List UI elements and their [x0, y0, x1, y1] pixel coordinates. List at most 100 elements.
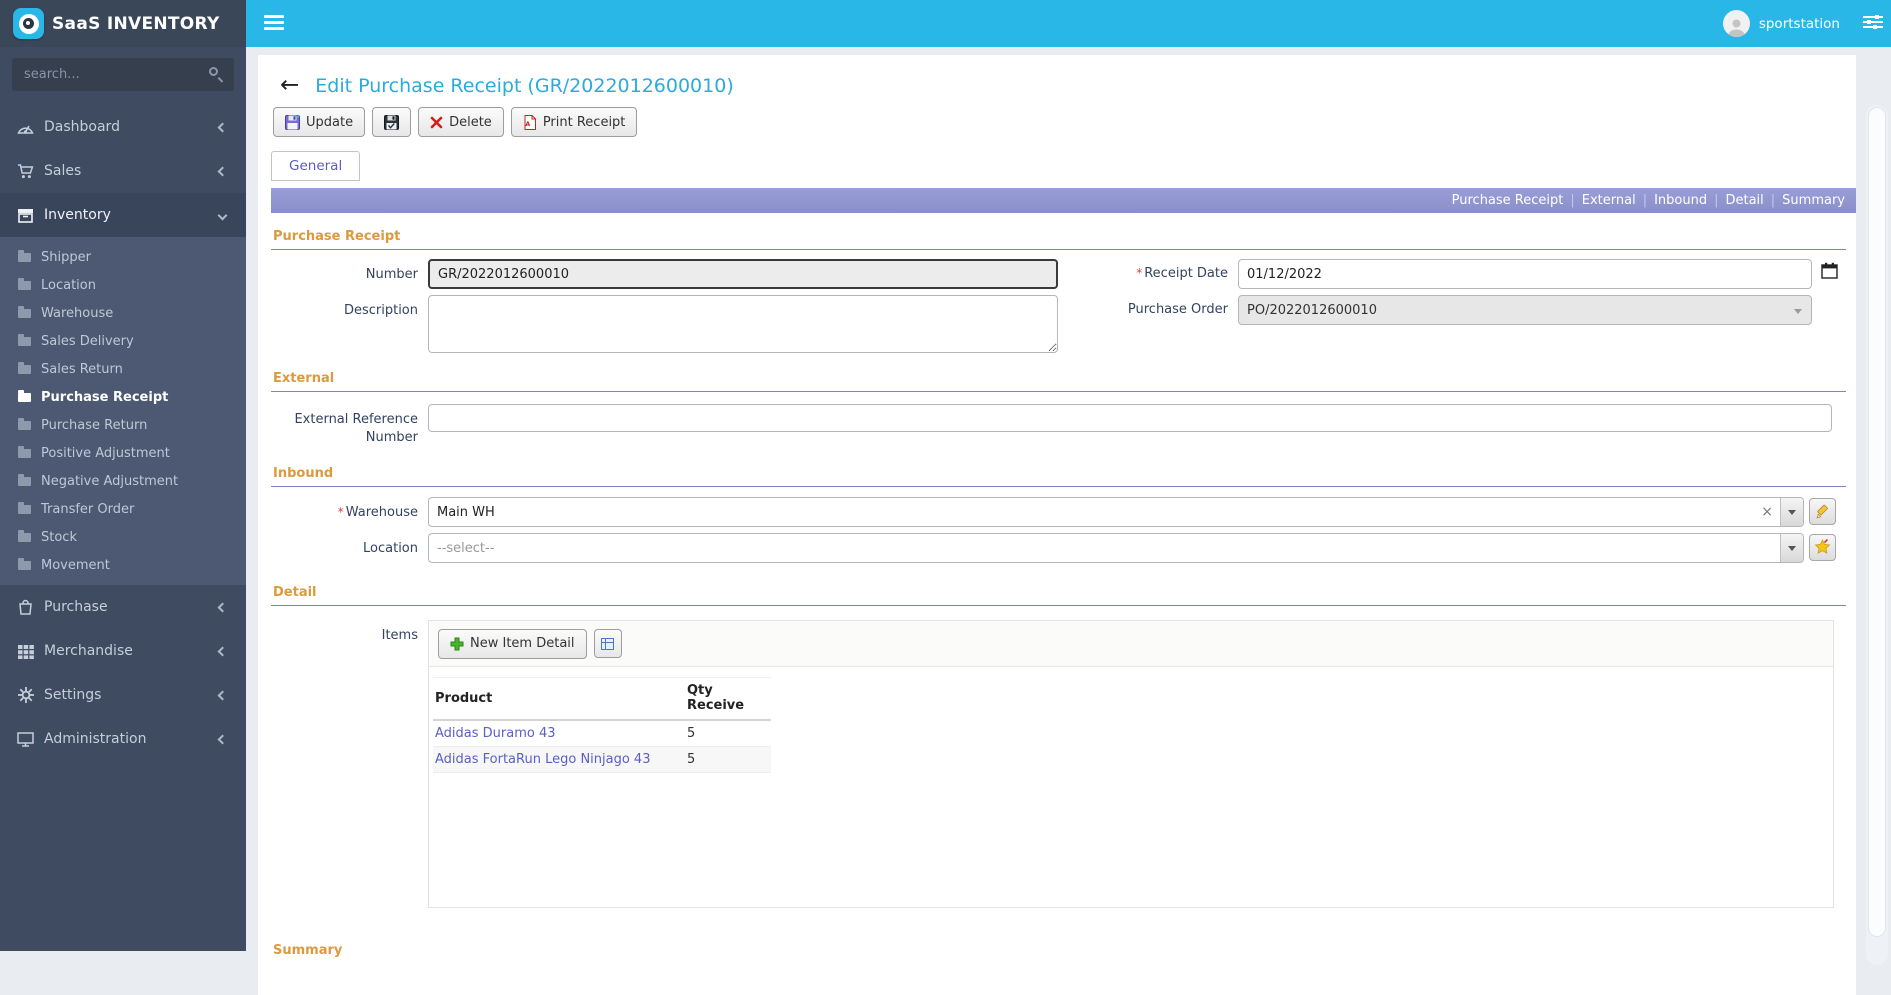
svg-text:A: A	[525, 121, 530, 128]
folder-icon	[18, 501, 31, 514]
sidebar-item-warehouse[interactable]: Warehouse	[0, 299, 246, 327]
update-button[interactable]: Update	[273, 107, 366, 137]
pdf-icon: A	[524, 114, 536, 130]
sub-item-label: Location	[41, 277, 96, 293]
chevron-left-icon	[217, 122, 228, 132]
sidebar-item-sales[interactable]: Sales	[0, 149, 246, 193]
anchor-summary[interactable]: Summary	[1782, 193, 1845, 208]
brand: SaaS INVENTORY	[0, 0, 246, 47]
location-label: Location	[363, 541, 418, 557]
chevron-left-icon	[217, 734, 228, 744]
sidebar-item-inventory[interactable]: Inventory	[0, 193, 246, 237]
sidebar-item-label: Administration	[44, 731, 147, 747]
purchase-order-select[interactable]: PO/2022012600010	[1238, 295, 1812, 325]
chevron-left-icon	[217, 602, 228, 612]
archive-box-icon	[16, 208, 35, 223]
column-header-qty-receive[interactable]: Qty Receive	[685, 677, 771, 722]
new-item-detail-button[interactable]: New Item Detail	[438, 628, 587, 659]
datasheet-view-button[interactable]	[593, 629, 622, 659]
page-title[interactable]: Edit Purchase Receipt (GR/2022012600010)	[315, 75, 733, 97]
sidebar-item-dashboard[interactable]: Dashboard	[0, 105, 246, 149]
new-location-button[interactable]	[1809, 534, 1836, 562]
sidebar-item-stock[interactable]: Stock	[0, 523, 246, 551]
search-icon[interactable]	[208, 66, 224, 83]
sub-item-label: Sales Return	[41, 361, 123, 377]
sidebar-item-location[interactable]: Location	[0, 271, 246, 299]
sidebar-item-negative-adjustment[interactable]: Negative Adjustment	[0, 467, 246, 495]
brand-title: SaaS INVENTORY	[52, 13, 220, 34]
anchor-purchase-receipt[interactable]: Purchase Receipt	[1452, 193, 1564, 208]
anchor-external[interactable]: External	[1582, 193, 1636, 208]
sidebar-item-positive-adjustment[interactable]: Positive Adjustment	[0, 439, 246, 467]
sidebar-item-purchase-return[interactable]: Purchase Return	[0, 411, 246, 439]
section-heading-purchase-receipt: Purchase Receipt	[271, 225, 1846, 250]
anchor-detail[interactable]: Detail	[1725, 193, 1763, 208]
sub-item-label: Purchase Receipt	[41, 389, 169, 405]
sidebar-item-label: Inventory	[44, 207, 111, 223]
sidebar-item-purchase-receipt[interactable]: Purchase Receipt	[0, 383, 246, 411]
chevron-left-icon	[217, 166, 228, 176]
grid-cells-icon	[16, 644, 35, 659]
sidebar-item-sales-return[interactable]: Sales Return	[0, 355, 246, 383]
warehouse-select[interactable]: Main WH ×	[428, 497, 1804, 528]
external-reference-number-field[interactable]	[428, 404, 1832, 432]
sidebar-item-purchase[interactable]: Purchase	[0, 585, 246, 629]
new-item-detail-label: New Item Detail	[470, 636, 575, 652]
sidebar-item-movement[interactable]: Movement	[0, 551, 246, 579]
pencil-icon	[1815, 504, 1828, 519]
app-logo-icon	[13, 8, 44, 39]
description-field[interactable]	[428, 295, 1058, 353]
sub-item-label: Transfer Order	[41, 501, 135, 517]
topbar: SaaS INVENTORY sportstation	[0, 0, 1891, 47]
warehouse-value: Main WH	[437, 504, 495, 520]
sidebar-item-settings[interactable]: Settings	[0, 673, 246, 717]
product-link[interactable]: Adidas FortaRun Lego Ninjago 43	[435, 752, 650, 767]
location-select[interactable]: --select--	[428, 533, 1804, 564]
sidebar-item-merchandise[interactable]: Merchandise	[0, 629, 246, 673]
delete-x-icon	[430, 116, 443, 128]
folder-icon	[18, 529, 31, 542]
anchor-inbound[interactable]: Inbound	[1654, 193, 1707, 208]
user-avatar[interactable]	[1722, 10, 1750, 37]
clear-selection-icon[interactable]: ×	[1754, 504, 1780, 520]
receipt-date-field[interactable]	[1238, 259, 1812, 289]
print-receipt-button[interactable]: A Print Receipt	[510, 107, 638, 137]
product-link[interactable]: Adidas Duramo 43	[435, 726, 556, 741]
sidebar-item-sales-delivery[interactable]: Sales Delivery	[0, 327, 246, 355]
tab-general[interactable]: General	[271, 151, 361, 181]
location-dropdown-button[interactable]	[1780, 534, 1803, 563]
sidebar-item-transfer-order[interactable]: Transfer Order	[0, 495, 246, 523]
sub-item-label: Sales Delivery	[41, 333, 134, 349]
settings-sliders-icon[interactable]	[1863, 14, 1883, 34]
sub-item-label: Positive Adjustment	[41, 445, 170, 461]
sidebar-item-shipper[interactable]: Shipper	[0, 243, 246, 271]
star-pencil-icon	[1814, 539, 1831, 554]
page-card: ← Edit Purchase Receipt (GR/202201260001…	[258, 55, 1856, 995]
hamburger-menu-icon[interactable]	[264, 15, 284, 47]
edit-warehouse-button[interactable]	[1809, 498, 1836, 526]
delete-button[interactable]: Delete	[418, 107, 504, 137]
print-receipt-label: Print Receipt	[542, 114, 626, 130]
dashboard-icon	[16, 120, 35, 135]
calendar-icon[interactable]	[1821, 262, 1838, 283]
section-anchor-bar: Purchase Receipt | External | Inbound | Det…	[271, 188, 1856, 213]
vertical-scrollbar[interactable]	[1866, 105, 1888, 965]
datasheet-icon	[601, 637, 615, 650]
inventory-submenu: Shipper Location Warehouse Sales Deliver…	[0, 237, 246, 585]
scrollbar-thumb[interactable]	[1868, 107, 1886, 937]
number-field[interactable]	[428, 259, 1058, 289]
sub-item-label: Stock	[41, 529, 77, 545]
purchase-order-label: Purchase Order	[1127, 302, 1228, 317]
folder-icon	[18, 389, 31, 402]
search-input[interactable]	[12, 58, 234, 91]
username[interactable]: sportstation	[1759, 16, 1840, 32]
anchor-separator: |	[1714, 193, 1719, 208]
section-heading-inbound: Inbound	[271, 462, 1846, 488]
sidebar-item-administration[interactable]: Administration	[0, 717, 246, 761]
save-icon-button[interactable]	[372, 107, 412, 137]
sub-item-label: Movement	[41, 557, 110, 573]
warehouse-dropdown-button[interactable]	[1780, 498, 1803, 527]
back-arrow-icon[interactable]: ←	[280, 73, 299, 97]
column-header-product[interactable]: Product	[433, 677, 685, 722]
table-row: Adidas Duramo 43 5	[433, 720, 771, 748]
